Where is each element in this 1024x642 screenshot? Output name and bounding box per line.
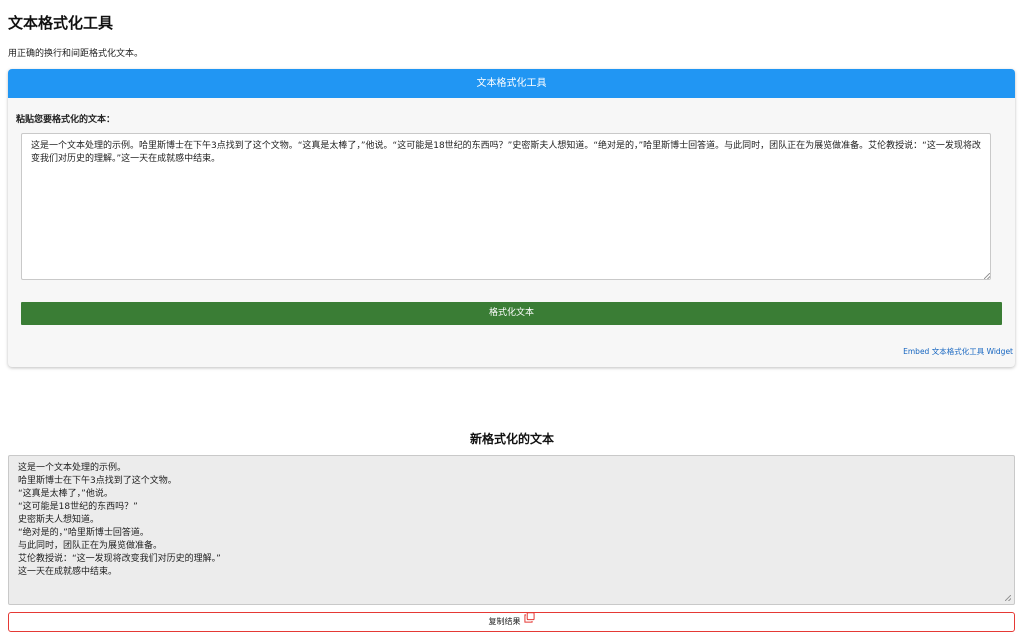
format-text-button[interactable]: 格式化文本 <box>21 302 1002 325</box>
copy-icon <box>523 611 535 630</box>
result-output[interactable]: 这是一个文本处理的示例。哈里斯博士在下午3点找到了这个文物。 “这真是太棒了，”他… <box>8 455 1015 605</box>
result-title: 新格式化的文本 <box>469 432 554 446</box>
embed-widget-link[interactable]: Embed 文本格式化工具 Widget <box>903 346 1013 357</box>
result-line: 哈里斯博士在下午3点找到了这个文物。 <box>18 476 177 486</box>
formatter-card: 文本格式化工具 粘贴您要格式化的文本： 这是一个文本处理的示例。哈里斯博士在下午… <box>8 69 1015 367</box>
card-header: 文本格式化工具 <box>8 69 1015 98</box>
page-title: 文本格式化工具 <box>8 14 114 32</box>
copy-button-label: 复制结果 <box>488 617 521 626</box>
page: 文本格式化工具 用正确的换行和间距格式化文本。 文本格式化工具 粘贴您要格式化的… <box>0 0 1024 642</box>
result-line: 这一天在成就感中结束。 <box>18 567 118 577</box>
result-line: 这是一个文本处理的示例。 <box>18 463 127 473</box>
result-lines: 这是一个文本处理的示例。哈里斯博士在下午3点找到了这个文物。 “这真是太棒了，”他… <box>18 462 1005 579</box>
resize-handle-icon[interactable] <box>984 273 990 279</box>
text-input[interactable]: 这是一个文本处理的示例。哈里斯博士在下午3点找到了这个文物。“这真是太棒了，”他… <box>21 133 991 280</box>
result-line: “绝对是的，”哈里斯博士回答道。 <box>18 528 149 538</box>
result-line: “这可能是18世纪的东西吗？” <box>18 502 138 512</box>
result-line: 艾伦教授说：“这一发现将改变我们对历史的理解。” <box>18 554 221 564</box>
result-line: “这真是太棒了，”他说。 <box>18 489 113 499</box>
copy-result-button[interactable]: 复制结果 <box>8 611 1015 632</box>
result-line: 史密斯夫人想知道。 <box>18 515 100 525</box>
resize-handle-icon[interactable] <box>1005 595 1011 601</box>
result-line: 与此同时，团队正在为展览做准备。 <box>18 541 163 551</box>
page-subtitle: 用正确的换行和间距格式化文本。 <box>8 49 144 59</box>
input-label: 粘贴您要格式化的文本： <box>16 115 116 125</box>
